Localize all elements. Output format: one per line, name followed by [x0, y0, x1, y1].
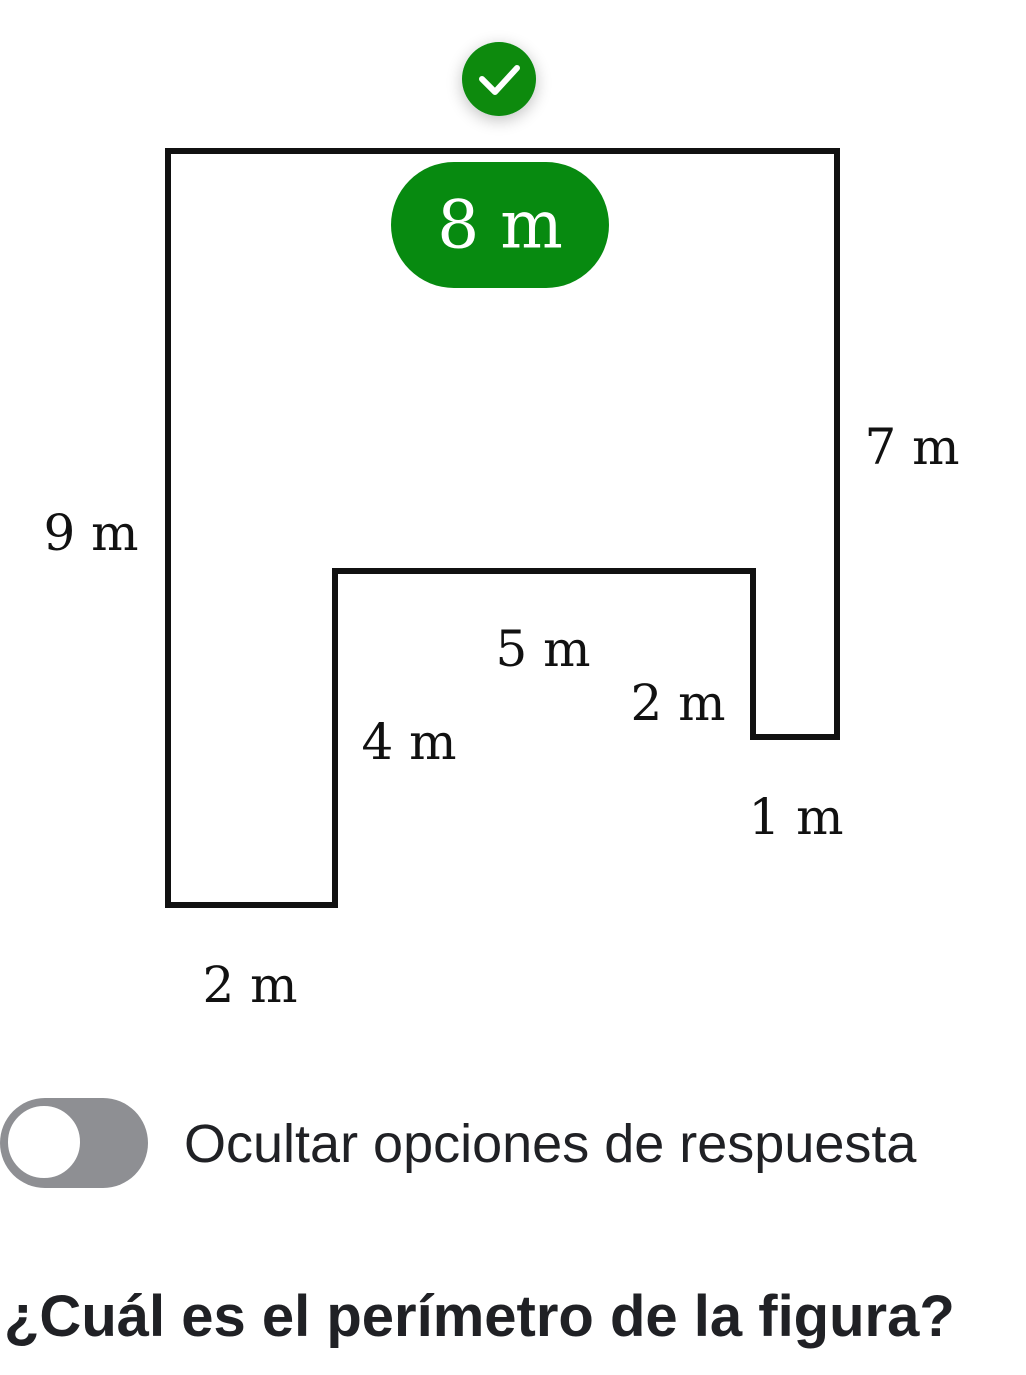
check-circle-icon — [462, 42, 536, 116]
side-label-inner-left[interactable]: 4 m — [361, 713, 456, 771]
hide-answers-toggle[interactable] — [0, 1098, 148, 1188]
side-label-bottom-left[interactable]: 2 m — [202, 956, 297, 1014]
side-label-right[interactable]: 7 m — [864, 418, 959, 476]
side-label-inner-top[interactable]: 5 m — [495, 620, 590, 678]
selected-side-label: 8 m — [437, 187, 563, 264]
question-text: ¿Cuál es el perímetro de la figura? — [4, 1284, 955, 1349]
side-label-bottom-right[interactable]: 1 m — [748, 788, 843, 846]
perimeter-figure: 8 m 9 m 7 m 5 m 2 m 4 m 1 m 2 m — [43, 42, 960, 1014]
side-label-left[interactable]: 9 m — [43, 504, 138, 562]
toggle-knob — [6, 1104, 82, 1180]
selected-side-badge[interactable]: 8 m — [391, 162, 609, 288]
hide-answers-label: Ocultar opciones de respuesta — [184, 1114, 917, 1174]
side-label-inner-right[interactable]: 2 m — [630, 674, 725, 732]
